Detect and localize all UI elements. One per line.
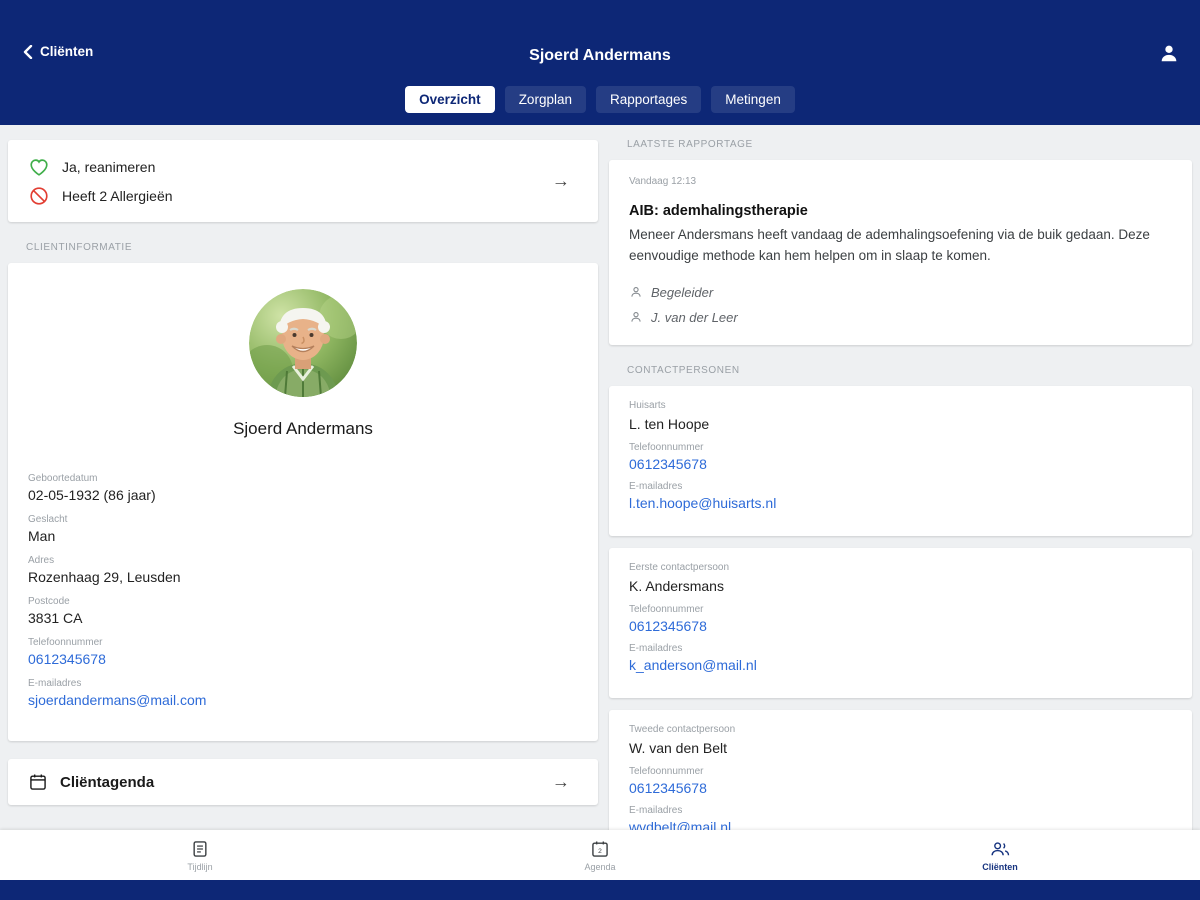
field-email: E-mailadres sjoerdandermans@mail.com [28,678,578,708]
field-label: Telefoonnummer [28,637,578,648]
contact-email-label: E-mailadres [629,643,1172,654]
report-role: Begeleider [651,285,713,300]
field-gender: Geslacht Man [28,514,578,544]
contact-card-huisarts: Huisarts L. ten Hoope Telefoonnummer 061… [609,386,1192,536]
user-icon [1158,42,1180,64]
clientinfo-section-label: CLIENTINFORMATIE [26,242,598,253]
report-title: AIB: ademhalingstherapie [629,203,1172,219]
client-agenda-button[interactable]: Cliëntagenda → [8,759,598,805]
page-title: Sjoerd Andermans [0,47,1200,65]
person-icon [629,285,643,299]
contact-email-label: E-mailadres [629,481,1172,492]
latest-report-card[interactable]: Vandaag 12:13 AIB: ademhalingstherapie M… [609,160,1192,345]
contact-name: W. van den Belt [629,740,1172,756]
tab-metingen[interactable]: Metingen [711,86,795,113]
bottom-nav: Tijdlijn 2 Agenda Cliënten [0,830,1200,880]
allergies-row: Heeft 2 Allergieën [28,185,578,207]
contact-name: K. Andersmans [629,578,1172,594]
agenda-calendar-icon: 2 [590,839,610,859]
field-birthdate: Geboortedatum 02-05-1932 (86 jaar) [28,473,578,503]
field-label: Postcode [28,596,578,607]
heart-icon [28,156,50,178]
app-window: Cliënten Sjoerd Andermans Overzicht Zorg… [0,0,1200,900]
nav-item-clienten[interactable]: Cliënten [800,830,1200,880]
report-role-row: Begeleider [629,285,1172,300]
profile-button[interactable] [1158,42,1180,69]
contact-role: Eerste contactpersoon [629,562,1172,573]
client-fields: Geboortedatum 02-05-1932 (86 jaar) Gesla… [28,473,578,708]
nav-item-agenda[interactable]: 2 Agenda [400,830,800,880]
back-label: Cliënten [40,44,93,59]
field-label: Geboortedatum [28,473,578,484]
header-top-row: Cliënten Sjoerd Andermans [0,0,1200,82]
email-link[interactable]: sjoerdandermans@mail.com [28,692,578,708]
report-body: Meneer Andersmans heeft vandaag de ademh… [629,225,1172,267]
medical-alerts-card[interactable]: Ja, reanimeren Heeft 2 Allergieën → [8,140,598,222]
resuscitate-row: Ja, reanimeren [28,156,578,178]
nav-label-agenda: Agenda [584,862,615,872]
client-info-card: Sjoerd Andermans Geboortedatum 02-05-193… [8,263,598,741]
avatar-wrap [28,289,578,397]
field-value: 02-05-1932 (86 jaar) [28,487,578,503]
contact-email-link[interactable]: l.ten.hoope@huisarts.nl [629,495,1172,511]
phone-link[interactable]: 0612345678 [28,651,578,667]
report-timestamp: Vandaag 12:13 [629,176,1172,187]
contacts-section-label: CONTACTPERSONEN [627,365,1192,376]
tab-bar: Overzicht Zorgplan Rapportages Metingen [0,82,1200,125]
field-value: Rozenhaag 29, Leusden [28,569,578,585]
calendar-icon [28,772,48,792]
nav-label-tijdlijn: Tijdlijn [187,862,212,872]
client-avatar [249,289,357,397]
report-section-label: LAATSTE RAPPORTAGE [627,139,1192,150]
report-author-row: J. van der Leer [629,310,1172,325]
contact-card-first: Eerste contactpersoon K. Andersmans Tele… [609,548,1192,698]
allergies-label: Heeft 2 Allergieën [62,188,173,204]
prohibition-icon [28,185,50,207]
field-label: Adres [28,555,578,566]
contact-phone-label: Telefoonnummer [629,442,1172,453]
main-content: Ja, reanimeren Heeft 2 Allergieën → CLIE… [0,125,1200,830]
resuscitate-label: Ja, reanimeren [62,159,155,175]
left-column: Ja, reanimeren Heeft 2 Allergieën → CLIE… [8,125,598,830]
contact-phone-link[interactable]: 0612345678 [629,780,1172,796]
back-button[interactable]: Cliënten [22,44,93,59]
svg-text:2: 2 [598,848,602,855]
field-phone: Telefoonnummer 0612345678 [28,637,578,667]
client-agenda-label: Cliëntagenda [60,774,154,791]
field-value: Man [28,528,578,544]
arrow-right-icon: → [552,171,570,192]
contact-email-link[interactable]: wvdbelt@mail.nl [629,819,1172,830]
contact-name: L. ten Hoope [629,416,1172,432]
chevron-left-icon [22,45,34,59]
tab-overzicht[interactable]: Overzicht [405,86,495,113]
contact-email-label: E-mailadres [629,805,1172,816]
contact-card-second: Tweede contactpersoon W. van den Belt Te… [609,710,1192,830]
field-label: Geslacht [28,514,578,525]
contact-phone-link[interactable]: 0612345678 [629,456,1172,472]
arrow-right-icon: → [552,772,570,793]
clients-icon [989,839,1011,859]
contact-role: Huisarts [629,400,1172,411]
timeline-icon [190,839,210,859]
tab-rapportages[interactable]: Rapportages [596,86,701,113]
contact-email-link[interactable]: k_anderson@mail.nl [629,657,1172,673]
field-postcode: Postcode 3831 CA [28,596,578,626]
client-photo [249,289,357,397]
field-value: 3831 CA [28,610,578,626]
contact-role: Tweede contactpersoon [629,724,1172,735]
contact-phone-label: Telefoonnummer [629,604,1172,615]
nav-item-tijdlijn[interactable]: Tijdlijn [0,830,400,880]
tab-zorgplan[interactable]: Zorgplan [505,86,586,113]
contact-phone-link[interactable]: 0612345678 [629,618,1172,634]
contact-phone-label: Telefoonnummer [629,766,1172,777]
report-author: J. van der Leer [651,310,738,325]
header: Cliënten Sjoerd Andermans Overzicht Zorg… [0,0,1200,125]
system-navigation-bar [0,880,1200,900]
person-icon [629,310,643,324]
client-name: Sjoerd Andermans [28,419,578,439]
field-label: E-mailadres [28,678,578,689]
nav-label-clienten: Cliënten [982,862,1018,872]
right-column: LAATSTE RAPPORTAGE Vandaag 12:13 AIB: ad… [609,125,1192,830]
field-address: Adres Rozenhaag 29, Leusden [28,555,578,585]
